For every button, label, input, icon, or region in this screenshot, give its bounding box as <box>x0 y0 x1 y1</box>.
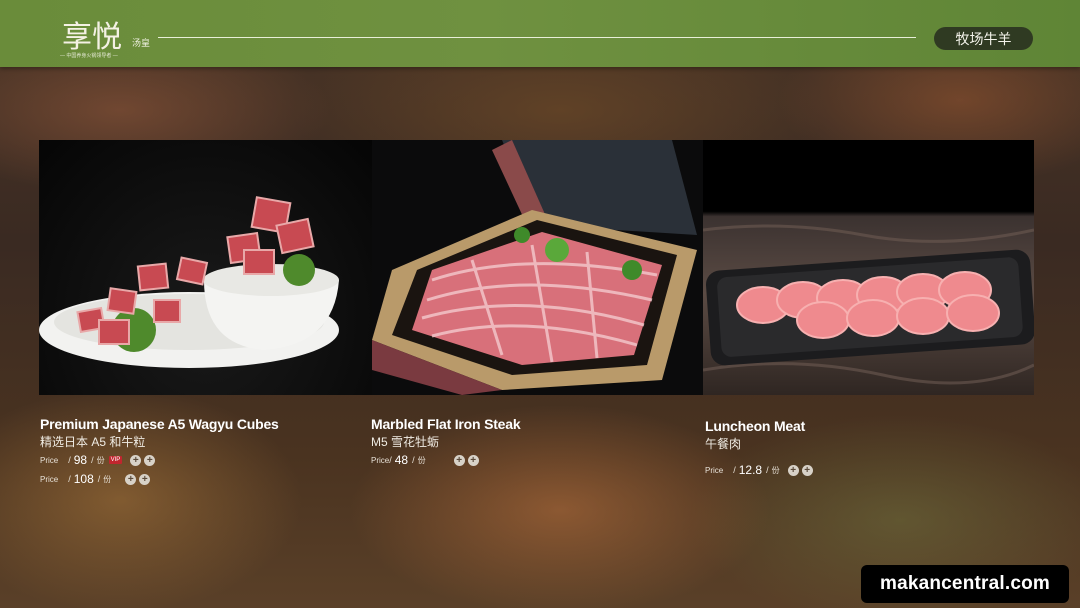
header-bar: 享悦 汤皇 — 中国养身火锅领导者 — 牧场牛羊 <box>0 0 1080 67</box>
product-name-cn: 午餐肉 <box>705 437 742 451</box>
add-icon[interactable]: + <box>144 454 156 466</box>
product-name-cn: M5 雪花牡蛎 <box>371 435 440 449</box>
price-row-regular: Price / 12.8 / 份 + + <box>705 462 813 478</box>
price-separator: / <box>97 474 101 484</box>
add-icon[interactable]: + <box>467 454 479 466</box>
price-label: Price <box>705 465 724 475</box>
price-separator: / <box>733 465 736 475</box>
add-icon[interactable]: + <box>130 454 142 466</box>
add-icon[interactable]: + <box>125 473 137 485</box>
price-row-regular: Price / 108 / 份 + + <box>40 471 151 487</box>
price-separator: / <box>68 474 71 484</box>
product-image-luncheon-meat[interactable] <box>703 140 1034 395</box>
header-divider <box>158 37 916 38</box>
category-tab[interactable]: 牧场牛羊 <box>934 27 1033 50</box>
price-value: 98 <box>73 453 88 467</box>
price-separator: / <box>389 455 392 465</box>
luncheon-meat-illustration <box>703 224 1034 385</box>
price-unit: 份 <box>417 455 426 465</box>
logo-text: 享悦 <box>62 20 122 55</box>
price-unit: 份 <box>103 474 112 484</box>
price-value: 108 <box>73 472 94 486</box>
price-label: Price <box>40 455 59 465</box>
vip-badge: VIP <box>108 456 123 464</box>
price-separator: / <box>68 455 71 465</box>
price-unit: 份 <box>96 455 105 465</box>
price-separator: / <box>412 455 415 465</box>
flat-iron-steak-illustration <box>372 140 697 395</box>
price-unit: 份 <box>771 465 780 475</box>
logo-subtext: 汤皇 <box>132 38 151 48</box>
site-watermark: makancentral.com <box>861 565 1069 603</box>
product-image-wagyu-cubes[interactable] <box>39 140 372 395</box>
restaurant-logo: 享悦 汤皇 — 中国养身火锅领导者 — <box>58 10 150 60</box>
add-icon[interactable]: + <box>787 464 799 476</box>
price-value: 12.8 <box>738 463 763 477</box>
price-row-vip: Price / 98 / 份 VIP + + <box>40 452 156 468</box>
price-row-regular: Price / 48 / 份 + + <box>371 452 479 468</box>
product-name-en: Premium Japanese A5 Wagyu Cubes <box>40 416 279 432</box>
add-icon[interactable]: + <box>801 464 813 476</box>
product-image-flat-iron-steak[interactable] <box>372 140 703 395</box>
price-label: Price <box>40 474 59 484</box>
product-name-cn: 精选日本 A5 和牛粒 <box>40 435 146 449</box>
price-separator: / <box>766 465 769 475</box>
wagyu-cubes-illustration <box>39 196 339 368</box>
add-icon[interactable]: + <box>139 473 151 485</box>
product-name-en: Marbled Flat Iron Steak <box>371 416 521 432</box>
product-name-en: Luncheon Meat <box>705 418 806 434</box>
add-icon[interactable]: + <box>453 454 465 466</box>
price-separator: / <box>91 455 94 465</box>
price-label: Price <box>371 455 390 465</box>
price-value: 48 <box>394 453 409 467</box>
logo-tagline: — 中国养身火锅领导者 — <box>60 53 118 59</box>
